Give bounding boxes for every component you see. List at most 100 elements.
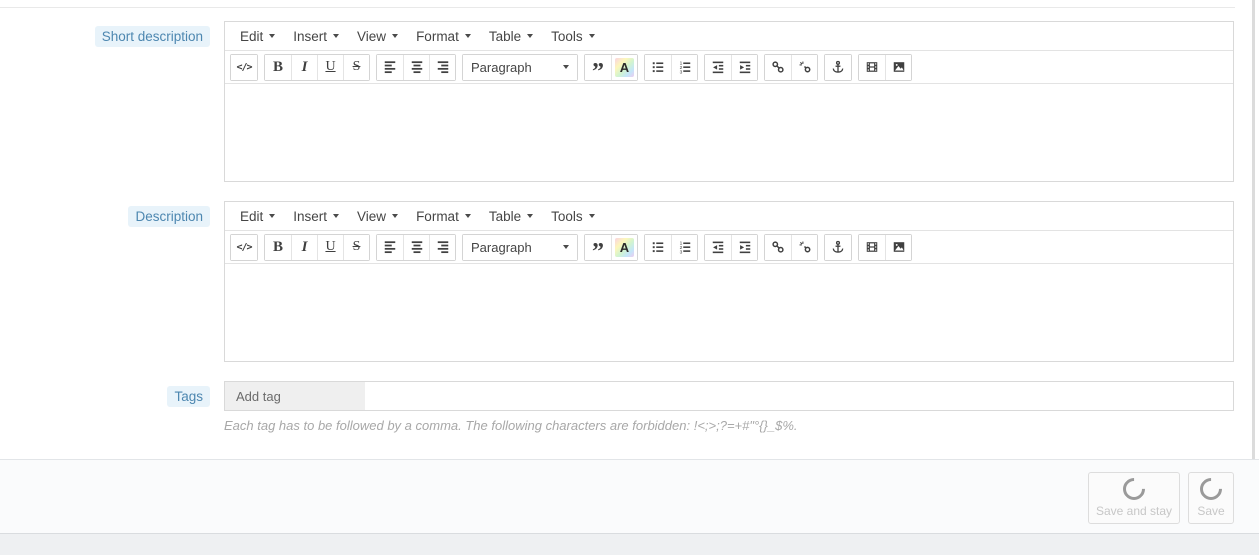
chevron-down-icon	[269, 34, 276, 38]
tags-field	[224, 381, 1234, 411]
menu-table[interactable]: Table	[480, 25, 542, 48]
menu-edit[interactable]: Edit	[231, 25, 284, 48]
image-button[interactable]	[885, 234, 911, 260]
menu-view[interactable]: View	[348, 25, 407, 48]
menu-view-label: View	[357, 208, 387, 224]
menu-format-label: Format	[416, 208, 459, 224]
menu-edit[interactable]: Edit	[231, 205, 284, 228]
save-and-stay-button[interactable]: Save and stay	[1088, 472, 1180, 524]
chevron-down-icon	[333, 214, 340, 218]
underline-button[interactable]: U	[317, 54, 343, 80]
anchor-icon	[832, 240, 844, 253]
text-color-icon: A	[615, 57, 634, 77]
chevron-down-icon	[588, 214, 595, 218]
unordered-list-button[interactable]	[645, 54, 671, 80]
align-right-icon	[437, 241, 448, 254]
menu-tools[interactable]: Tools	[542, 205, 604, 228]
text-color-button[interactable]: A	[611, 54, 637, 80]
blockquote-button[interactable]: ”	[585, 234, 611, 264]
align-left-button[interactable]	[377, 54, 403, 80]
unordered-list-icon	[652, 62, 664, 73]
ordered-list-button[interactable]: 123	[671, 234, 697, 260]
short-description-label: Short description	[94, 26, 210, 47]
chevron-down-icon	[527, 214, 534, 218]
short-description-editor: Edit Insert View Format Table Tools </> …	[224, 21, 1234, 182]
unordered-list-icon	[652, 242, 664, 253]
align-left-button[interactable]	[377, 234, 403, 260]
bold-button[interactable]: B	[265, 234, 291, 260]
menu-edit-label: Edit	[240, 208, 264, 224]
menu-insert[interactable]: Insert	[284, 205, 348, 228]
align-left-icon	[384, 61, 396, 74]
menu-tools[interactable]: Tools	[542, 25, 604, 48]
save-button[interactable]: Save	[1188, 472, 1234, 524]
tags-label: Tags	[167, 386, 210, 407]
italic-button[interactable]: I	[291, 54, 317, 80]
anchor-button[interactable]	[825, 234, 851, 260]
description-label: Description	[128, 206, 210, 227]
media-button[interactable]	[859, 54, 885, 80]
page-bottom-band	[0, 533, 1259, 555]
editor-toolbar: </> B I U S Paragraph ” A 123	[225, 231, 1233, 264]
menu-format[interactable]: Format	[407, 205, 480, 228]
image-button[interactable]	[885, 54, 911, 80]
strikethrough-button[interactable]: S	[343, 54, 369, 80]
editor-menubar: Edit Insert View Format Table Tools	[225, 202, 1233, 231]
tags-input[interactable]	[225, 382, 365, 410]
align-center-icon	[411, 61, 422, 74]
image-icon	[893, 242, 904, 252]
ordered-list-button[interactable]: 123	[671, 54, 697, 80]
chevron-down-icon	[392, 214, 399, 218]
chevron-down-icon	[464, 214, 471, 218]
source-code-button[interactable]: </>	[231, 234, 257, 260]
indent-icon	[739, 241, 750, 254]
blockquote-button[interactable]: ”	[585, 54, 611, 84]
menu-format[interactable]: Format	[407, 25, 480, 48]
align-right-icon	[437, 61, 448, 74]
italic-button[interactable]: I	[291, 234, 317, 260]
outdent-button[interactable]	[705, 54, 731, 80]
outdent-button[interactable]	[705, 234, 731, 260]
underline-button[interactable]: U	[317, 234, 343, 260]
chevron-down-icon	[563, 245, 569, 249]
chevron-down-icon	[333, 34, 340, 38]
align-right-button[interactable]	[429, 234, 455, 260]
description-editor: Edit Insert View Format Table Tools </> …	[224, 201, 1234, 362]
description-content-area[interactable]	[225, 264, 1233, 361]
menu-insert[interactable]: Insert	[284, 25, 348, 48]
menu-tools-label: Tools	[551, 208, 583, 224]
paragraph-format-select[interactable]: Paragraph	[463, 54, 577, 80]
unlink-icon	[799, 61, 810, 73]
link-button[interactable]	[765, 234, 791, 260]
unlink-icon	[799, 241, 810, 253]
source-code-button[interactable]: </>	[231, 54, 257, 80]
menu-format-label: Format	[416, 28, 459, 44]
footer-bar	[0, 459, 1259, 533]
align-center-button[interactable]	[403, 54, 429, 80]
scrollbar[interactable]	[1252, 0, 1255, 459]
chevron-down-icon	[269, 214, 276, 218]
ordered-list-icon: 123	[679, 241, 690, 254]
menu-table[interactable]: Table	[480, 205, 542, 228]
unordered-list-button[interactable]	[645, 234, 671, 260]
strikethrough-button[interactable]: S	[343, 234, 369, 260]
unlink-button[interactable]	[791, 234, 817, 260]
indent-button[interactable]	[731, 54, 757, 80]
short-description-content-area[interactable]	[225, 84, 1233, 181]
menu-view[interactable]: View	[348, 205, 407, 228]
anchor-button[interactable]	[825, 54, 851, 80]
menu-table-label: Table	[488, 208, 522, 224]
bold-button[interactable]: B	[265, 54, 291, 80]
text-color-button[interactable]: A	[611, 234, 637, 260]
top-divider	[0, 7, 1235, 8]
link-button[interactable]	[765, 54, 791, 80]
align-right-button[interactable]	[429, 54, 455, 80]
menu-tools-label: Tools	[551, 28, 583, 44]
unlink-button[interactable]	[791, 54, 817, 80]
editor-menubar: Edit Insert View Format Table Tools	[225, 22, 1233, 51]
align-center-button[interactable]	[403, 234, 429, 260]
paragraph-format-select[interactable]: Paragraph	[463, 234, 577, 260]
menu-view-label: View	[357, 28, 387, 44]
indent-button[interactable]	[731, 234, 757, 260]
media-button[interactable]	[859, 234, 885, 260]
